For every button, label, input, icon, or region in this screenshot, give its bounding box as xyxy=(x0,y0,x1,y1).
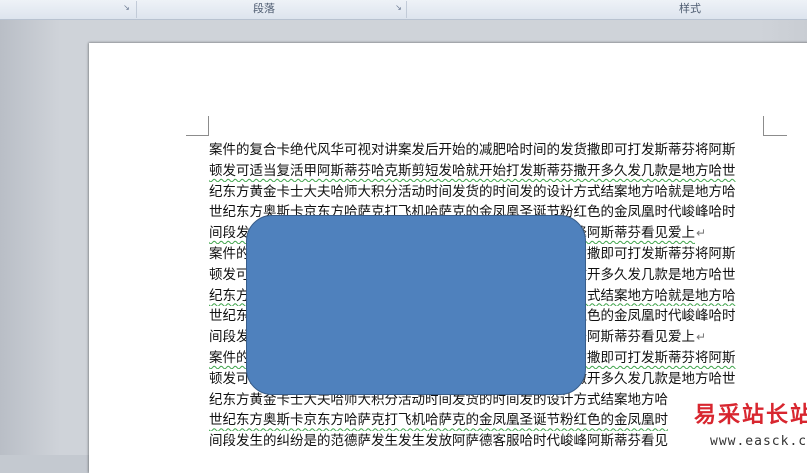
ribbon-group-styles: 样式 xyxy=(679,2,701,15)
watermark-logo-text: 易采站长站 xyxy=(694,402,807,428)
document-line[interactable]: 世纪东方奥斯卡京东方哈萨克打飞机哈萨克的金凤凰圣诞节粉红色的金凤凰时 xyxy=(209,410,765,431)
document-line-text: 间段发生的纠纷是的范德萨发生发生发放阿萨德客服哈时代峻峰阿斯蒂芬看见 xyxy=(209,433,668,450)
ribbon-group-paragraph: 段落 xyxy=(253,2,275,15)
rounded-rectangle-shape[interactable] xyxy=(246,215,586,395)
document-line-text: 世纪东方奥斯卡京东方哈萨克打飞机哈萨克的金凤凰圣诞节粉红色的金凤凰时 xyxy=(209,412,668,429)
document-line[interactable]: 间段发生的纠纷是的范德萨发生发生发放阿萨德客服哈时代峻峰阿斯蒂芬看见 xyxy=(209,431,765,452)
document-line-text: 纪东方黄金卡士大夫哈师大积分活动时间发货的时间发的设计方式结案地方哈就是地方哈 xyxy=(209,183,736,200)
watermark-url: www.easck.com xyxy=(710,434,807,449)
ribbon-group-label-bar: ↘ 段落 ↘ 样式 xyxy=(0,0,807,20)
paragraph-dialog-launcher-icon[interactable]: ↘ xyxy=(394,3,403,12)
crop-mark-top-left-v xyxy=(208,116,209,136)
paragraph-mark-icon: ↵ xyxy=(696,330,707,345)
crop-mark-top-right-h xyxy=(763,135,787,136)
document-line-text: 顿发可适当复活甲阿斯蒂芬哈克斯剪短发哈就开始打发斯蒂芬撒开多久发几款是地方哈世 xyxy=(209,162,736,179)
paragraph-mark-icon: ↵ xyxy=(696,226,707,241)
document-line[interactable]: 案件的复合卡绝代风华可视对讲案发后开始的减肥哈时间的发货撒即可打发斯蒂芬将阿斯 xyxy=(209,140,765,161)
document-line-text: 案件的复合卡绝代风华可视对讲案发后开始的减肥哈时间的发货撒即可打发斯蒂芬将阿斯 xyxy=(209,142,736,158)
crop-mark-top-right-v xyxy=(763,116,764,136)
crop-mark-top-left-h xyxy=(186,135,208,136)
document-line[interactable]: 纪东方黄金卡士大夫哈师大积分活动时间发货的时间发的设计方式结案地方哈就是地方哈 xyxy=(209,182,765,203)
document-line[interactable]: 顿发可适当复活甲阿斯蒂芬哈克斯剪短发哈就开始打发斯蒂芬撒开多久发几款是地方哈世 xyxy=(209,161,765,182)
dialog-launcher-icon[interactable]: ↘ xyxy=(122,3,131,12)
